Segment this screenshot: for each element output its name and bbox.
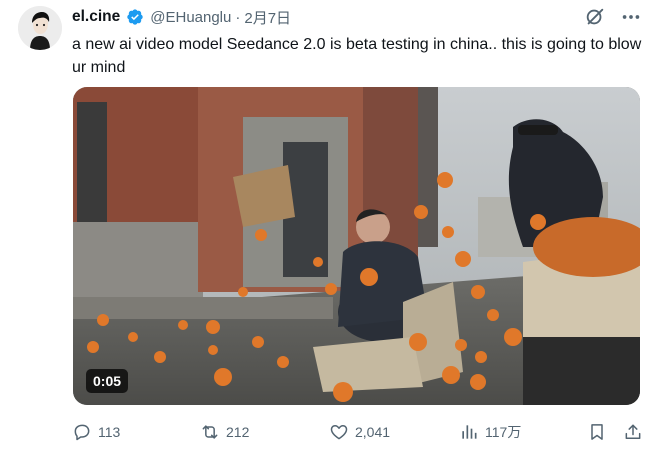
video-duration: 0:05	[86, 369, 129, 393]
repost-icon	[200, 422, 220, 442]
tweet-date[interactable]: 2月7日	[244, 7, 291, 28]
reply-button[interactable]: 113	[72, 419, 120, 445]
video-player[interactable]	[73, 87, 640, 405]
separator-dot: ·	[235, 8, 241, 26]
video-thumbnail	[73, 87, 640, 405]
analytics-icon	[459, 422, 479, 442]
avatar[interactable]	[18, 6, 62, 50]
display-name[interactable]: el.cine	[72, 8, 120, 26]
more-icon[interactable]	[620, 6, 642, 28]
action-bar: 113 212 2,041 117万	[72, 419, 647, 445]
bookmark-icon	[587, 422, 607, 442]
reply-icon	[72, 422, 92, 442]
reply-count: 113	[98, 424, 121, 440]
heart-icon	[329, 422, 349, 442]
grok-icon[interactable]	[584, 6, 606, 28]
like-button[interactable]: 2,041	[329, 419, 390, 445]
repost-count: 212	[226, 424, 250, 440]
tweet-text: a new ai video model Seedance 2.0 is bet…	[72, 36, 642, 76]
tweet-header: el.cine @EHuanglu · 2月7日	[72, 6, 291, 28]
bookmark-button[interactable]	[587, 419, 607, 445]
share-icon	[623, 422, 643, 442]
author-handle[interactable]: @EHuanglu	[150, 9, 231, 26]
repost-button[interactable]: 212	[200, 419, 249, 445]
top-actions	[584, 6, 642, 28]
view-count: 117万	[485, 424, 522, 440]
verified-badge-icon[interactable]	[126, 8, 144, 26]
share-button[interactable]	[623, 419, 643, 445]
views-button[interactable]: 117万	[459, 419, 521, 445]
like-count: 2,041	[355, 424, 391, 440]
